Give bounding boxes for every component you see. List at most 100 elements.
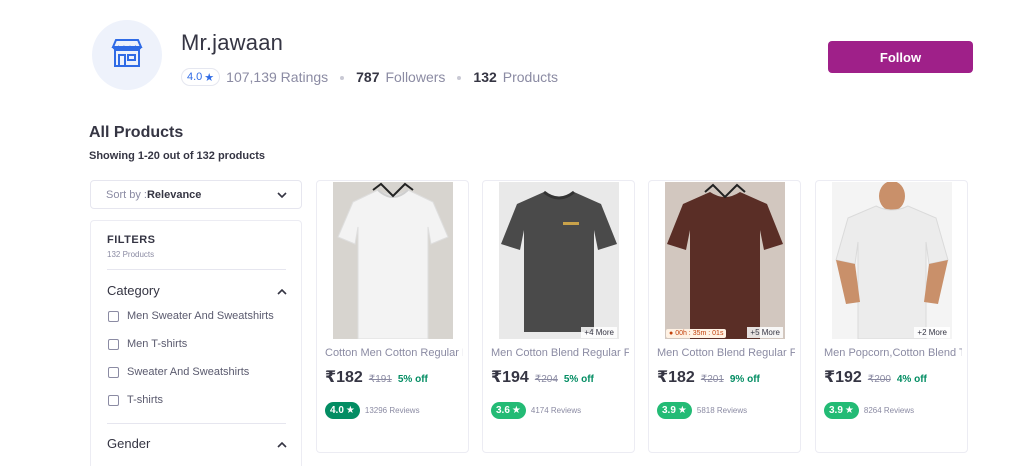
rating-row: 3.9 ★ 5818 Reviews	[657, 402, 747, 419]
price: ₹194	[491, 369, 529, 386]
product-image[interactable]: +4 More	[499, 182, 619, 339]
product-title[interactable]: Men Cotton Blend Regular Fit T-shirt	[657, 347, 795, 359]
rating-badge: 3.9 ★	[657, 402, 692, 419]
reviews-count: 5818 Reviews	[696, 406, 748, 415]
star-icon: ★	[345, 405, 355, 416]
more-variants-tag: +5 More	[747, 327, 783, 338]
filters-title: FILTERS	[107, 234, 156, 246]
divider	[107, 423, 286, 424]
followers-label: Followers	[385, 69, 446, 85]
original-price: ₹201	[700, 374, 724, 385]
deal-timer: ● 00h : 35m : 01s	[666, 329, 727, 338]
product-card[interactable]: ● 00h : 35m : 01s +5 More Men Cotton Ble…	[648, 180, 801, 453]
filters-panel: FILTERS 132 Products Category Men Sweate…	[90, 220, 302, 466]
category-option-label: Men Sweater And Sweatshirts	[127, 310, 274, 322]
chevron-down-icon	[277, 189, 287, 201]
timer-value: 00h : 35m : 01s	[675, 330, 724, 337]
ratings-count: 107,139 Ratings	[226, 69, 329, 85]
products-count: 132	[473, 69, 497, 85]
tshirt-image	[665, 182, 785, 339]
reviews-count: 13296 Reviews	[364, 406, 420, 415]
rating-row: 3.6 ★ 4174 Reviews	[491, 402, 581, 419]
discount: 9% off	[729, 374, 760, 385]
rating-badge: 3.9 ★	[824, 402, 859, 419]
product-card[interactable]: Cotton Men Cotton Regular Fit T-shirt ₹1…	[316, 180, 469, 453]
products-label: Products	[502, 69, 559, 85]
sort-dropdown[interactable]: Sort by : Relevance	[90, 180, 302, 209]
rating-value: 3.9	[829, 405, 843, 416]
category-option[interactable]: T-shirts	[108, 394, 163, 406]
category-option[interactable]: Men Sweater And Sweatshirts	[108, 310, 274, 322]
tshirt-image	[333, 182, 453, 339]
product-image[interactable]	[333, 182, 453, 339]
store-stats: 4.0 ★ 107,139 Ratings 787 Followers 132 …	[181, 67, 558, 87]
star-icon: ★	[677, 405, 687, 416]
reviews-count: 8264 Reviews	[863, 406, 915, 415]
category-label: Category	[107, 283, 160, 298]
product-title[interactable]: Men Cotton Blend Regular Fit T-shirt	[491, 347, 629, 359]
discount: 4% off	[896, 374, 927, 385]
rating-badge: 3.6 ★	[491, 402, 526, 419]
gender-label: Gender	[107, 436, 151, 451]
sort-prefix: Sort by :	[106, 188, 147, 201]
discount: 5% off	[397, 374, 428, 385]
star-icon: ★	[204, 71, 215, 84]
category-option-label: T-shirts	[127, 394, 164, 406]
product-card[interactable]: +2 More Men Popcorn,Cotton Blend T-shirt…	[815, 180, 968, 453]
store-name: Mr.jawaan	[181, 30, 284, 55]
star-icon: ★	[844, 405, 854, 416]
filters-subtitle: 132 Products	[107, 250, 155, 259]
more-variants-tag: +4 More	[581, 327, 617, 338]
checkbox[interactable]	[108, 366, 119, 378]
store-rating-value: 4.0	[187, 71, 203, 83]
store-icon	[110, 38, 144, 73]
separator-dot	[457, 76, 462, 80]
price: ₹182	[325, 369, 363, 386]
chevron-up-icon	[277, 436, 287, 451]
followers-count: 787	[356, 69, 380, 85]
sort-value: Relevance	[146, 188, 202, 201]
product-title[interactable]: Men Popcorn,Cotton Blend T-shirt	[824, 347, 962, 359]
price-row: ₹192 ₹200 4% off	[824, 367, 927, 387]
rating-value: 3.9	[662, 405, 676, 416]
product-card[interactable]: +4 More Men Cotton Blend Regular Fit T-s…	[482, 180, 635, 453]
product-image[interactable]: +2 More	[832, 182, 952, 339]
price-row: ₹194 ₹204 5% off	[491, 367, 594, 387]
chevron-up-icon	[277, 283, 287, 298]
original-price: ₹204	[534, 374, 558, 385]
divider	[107, 269, 286, 270]
more-variants-tag: +2 More	[914, 327, 950, 338]
discount: 5% off	[563, 374, 594, 385]
price-row: ₹182 ₹191 5% off	[325, 367, 428, 387]
category-option-label: Sweater And Sweatshirts	[127, 366, 250, 378]
category-filter-header[interactable]: Category	[107, 283, 287, 298]
checkbox[interactable]	[108, 394, 119, 406]
store-rating-badge: 4.0 ★	[181, 68, 221, 86]
follow-button[interactable]: Follow	[828, 41, 973, 73]
checkbox[interactable]	[108, 338, 119, 350]
gender-filter-header[interactable]: Gender	[107, 436, 287, 451]
rating-value: 4.0	[330, 405, 344, 416]
product-image[interactable]: ● 00h : 35m : 01s +5 More	[665, 182, 785, 339]
rating-value: 3.6	[496, 405, 510, 416]
showing-count: Showing 1-20 out of 132 products	[89, 150, 266, 162]
rating-row: 3.9 ★ 8264 Reviews	[824, 402, 914, 419]
product-title[interactable]: Cotton Men Cotton Regular Fit T-shirt	[325, 347, 463, 359]
price: ₹182	[657, 369, 695, 386]
page-title: All Products	[89, 124, 184, 141]
original-price: ₹200	[867, 374, 891, 385]
category-option[interactable]: Men T-shirts	[108, 338, 187, 350]
tshirt-image	[499, 182, 619, 339]
reviews-count: 4174 Reviews	[530, 406, 582, 415]
tshirt-image	[832, 182, 952, 339]
rating-badge: 4.0 ★	[325, 402, 360, 419]
category-option-label: Men T-shirts	[127, 338, 188, 350]
price: ₹192	[824, 369, 862, 386]
timer-icon: ●	[669, 330, 674, 337]
category-option[interactable]: Sweater And Sweatshirts	[108, 366, 249, 378]
star-icon: ★	[511, 405, 521, 416]
checkbox[interactable]	[108, 310, 119, 322]
store-logo	[92, 20, 162, 90]
rating-row: 4.0 ★ 13296 Reviews	[325, 402, 420, 419]
original-price: ₹191	[368, 374, 392, 385]
